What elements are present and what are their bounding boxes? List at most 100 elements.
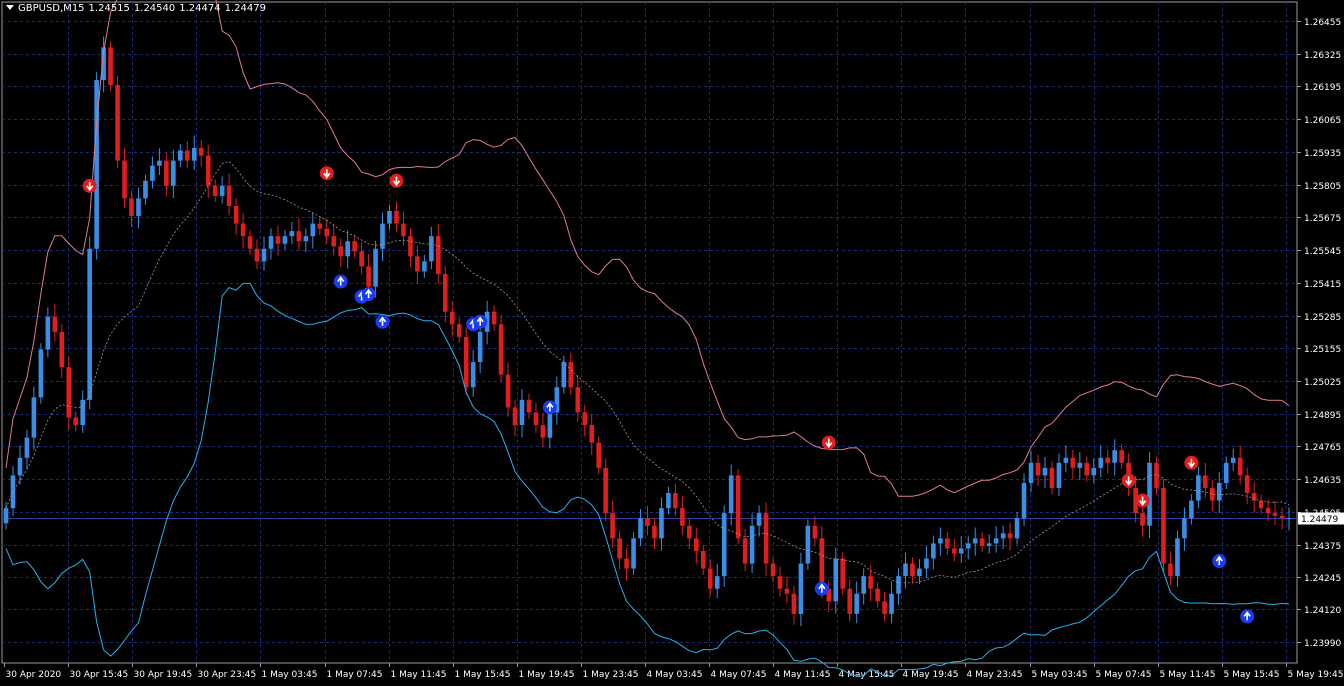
bull-candle[interactable]: [833, 558, 839, 602]
bear-candle[interactable]: [840, 558, 846, 589]
price-chart[interactable]: 1.26455 1.26325 1.26195 1.26065 1.25935 1.258…: [0, 0, 1344, 682]
bull-candle[interactable]: [45, 316, 51, 350]
bull-candle[interactable]: [1230, 457, 1236, 463]
bear-candle[interactable]: [359, 251, 364, 267]
bull-candle[interactable]: [1223, 462, 1229, 483]
bear-candle[interactable]: [1119, 450, 1124, 463]
bull-candle[interactable]: [17, 457, 23, 476]
bull-candle[interactable]: [3, 508, 9, 524]
bear-candle[interactable]: [700, 550, 706, 569]
bear-candle[interactable]: [694, 538, 699, 551]
bear-candle[interactable]: [394, 211, 399, 224]
bear-candle[interactable]: [108, 47, 113, 86]
bull-candle[interactable]: [561, 362, 567, 388]
bear-candle[interactable]: [198, 148, 204, 156]
bear-candle[interactable]: [115, 85, 120, 161]
bull-candle[interactable]: [666, 493, 671, 509]
bull-candle[interactable]: [749, 525, 755, 564]
bull-candle[interactable]: [986, 543, 992, 546]
bear-candle[interactable]: [164, 160, 169, 186]
bull-candle[interactable]: [143, 180, 148, 199]
bear-candle[interactable]: [1251, 493, 1257, 501]
bull-candle[interactable]: [1112, 450, 1117, 463]
bear-candle[interactable]: [415, 256, 420, 272]
bull-candle[interactable]: [31, 397, 37, 438]
bull-candle[interactable]: [798, 563, 804, 614]
bear-candle[interactable]: [408, 236, 413, 257]
bear-candle[interactable]: [66, 367, 72, 418]
bear-candle[interactable]: [652, 525, 657, 539]
bull-candle[interactable]: [477, 331, 483, 363]
bull-candle[interactable]: [714, 576, 720, 589]
bear-candle[interactable]: [847, 588, 853, 614]
bull-candle[interactable]: [310, 223, 316, 237]
bull-candle[interactable]: [1286, 518, 1292, 520]
bull-candle[interactable]: [638, 518, 643, 539]
bear-candle[interactable]: [491, 311, 497, 325]
bull-candle[interactable]: [1000, 533, 1006, 539]
bear-candle[interactable]: [819, 538, 825, 589]
bear-candle[interactable]: [1084, 462, 1090, 476]
bull-candle[interactable]: [958, 548, 964, 554]
bear-candle[interactable]: [1279, 515, 1285, 519]
bear-candle[interactable]: [589, 425, 595, 443]
bull-candle[interactable]: [756, 513, 762, 526]
bull-candle[interactable]: [24, 437, 30, 458]
bull-candle[interactable]: [1021, 482, 1027, 519]
bull-candle[interactable]: [889, 593, 894, 614]
bear-candle[interactable]: [338, 246, 343, 257]
bull-candle[interactable]: [219, 185, 225, 196]
bull-candle[interactable]: [805, 525, 811, 564]
bear-candle[interactable]: [505, 374, 511, 408]
bear-candle[interactable]: [226, 185, 232, 206]
bear-candle[interactable]: [910, 563, 915, 577]
bull-candle[interactable]: [429, 236, 434, 262]
bull-candle[interactable]: [87, 248, 92, 400]
bull-candle[interactable]: [938, 538, 943, 544]
bear-candle[interactable]: [1265, 508, 1271, 514]
bull-candle[interactable]: [261, 248, 267, 262]
bull-candle[interactable]: [1091, 467, 1097, 476]
bull-candle[interactable]: [282, 236, 288, 244]
bull-candle[interactable]: [659, 508, 664, 539]
bear-candle[interactable]: [1007, 533, 1013, 539]
bear-candle[interactable]: [498, 324, 504, 375]
bull-candle[interactable]: [157, 160, 162, 166]
bull-candle[interactable]: [1189, 500, 1194, 519]
bear-candle[interactable]: [735, 475, 741, 539]
bull-candle[interactable]: [1147, 462, 1152, 526]
bull-candle[interactable]: [519, 399, 525, 426]
bull-candle[interactable]: [721, 513, 727, 577]
bear-candle[interactable]: [680, 508, 685, 526]
bear-candle[interactable]: [673, 493, 678, 509]
dropdown-triangle-icon[interactable]: [6, 5, 14, 10]
bull-candle[interactable]: [171, 160, 176, 186]
bear-candle[interactable]: [233, 205, 239, 224]
bear-candle[interactable]: [770, 563, 776, 577]
bear-candle[interactable]: [875, 588, 880, 602]
bull-candle[interactable]: [345, 241, 350, 257]
bear-candle[interactable]: [1168, 563, 1173, 577]
bull-candle[interactable]: [896, 576, 901, 594]
bear-candle[interactable]: [1070, 457, 1076, 468]
bear-candle[interactable]: [763, 513, 769, 564]
bear-candle[interactable]: [526, 399, 532, 413]
bear-candle[interactable]: [456, 324, 462, 337]
bull-candle[interactable]: [1014, 518, 1020, 539]
bear-candle[interactable]: [777, 576, 783, 589]
bear-candle[interactable]: [945, 538, 950, 549]
bull-candle[interactable]: [191, 148, 197, 161]
bull-candle[interactable]: [924, 558, 929, 569]
bear-candle[interactable]: [59, 331, 65, 368]
bear-candle[interactable]: [254, 248, 260, 262]
bear-candle[interactable]: [449, 311, 455, 325]
bear-candle[interactable]: [463, 336, 469, 388]
bear-candle[interactable]: [366, 266, 371, 287]
bear-candle[interactable]: [73, 417, 79, 426]
bull-candle[interactable]: [303, 236, 309, 242]
bear-candle[interactable]: [533, 412, 539, 426]
bear-candle[interactable]: [610, 513, 615, 539]
bull-candle[interactable]: [1216, 482, 1222, 501]
bear-candle[interactable]: [617, 538, 622, 559]
bear-candle[interactable]: [868, 576, 873, 589]
